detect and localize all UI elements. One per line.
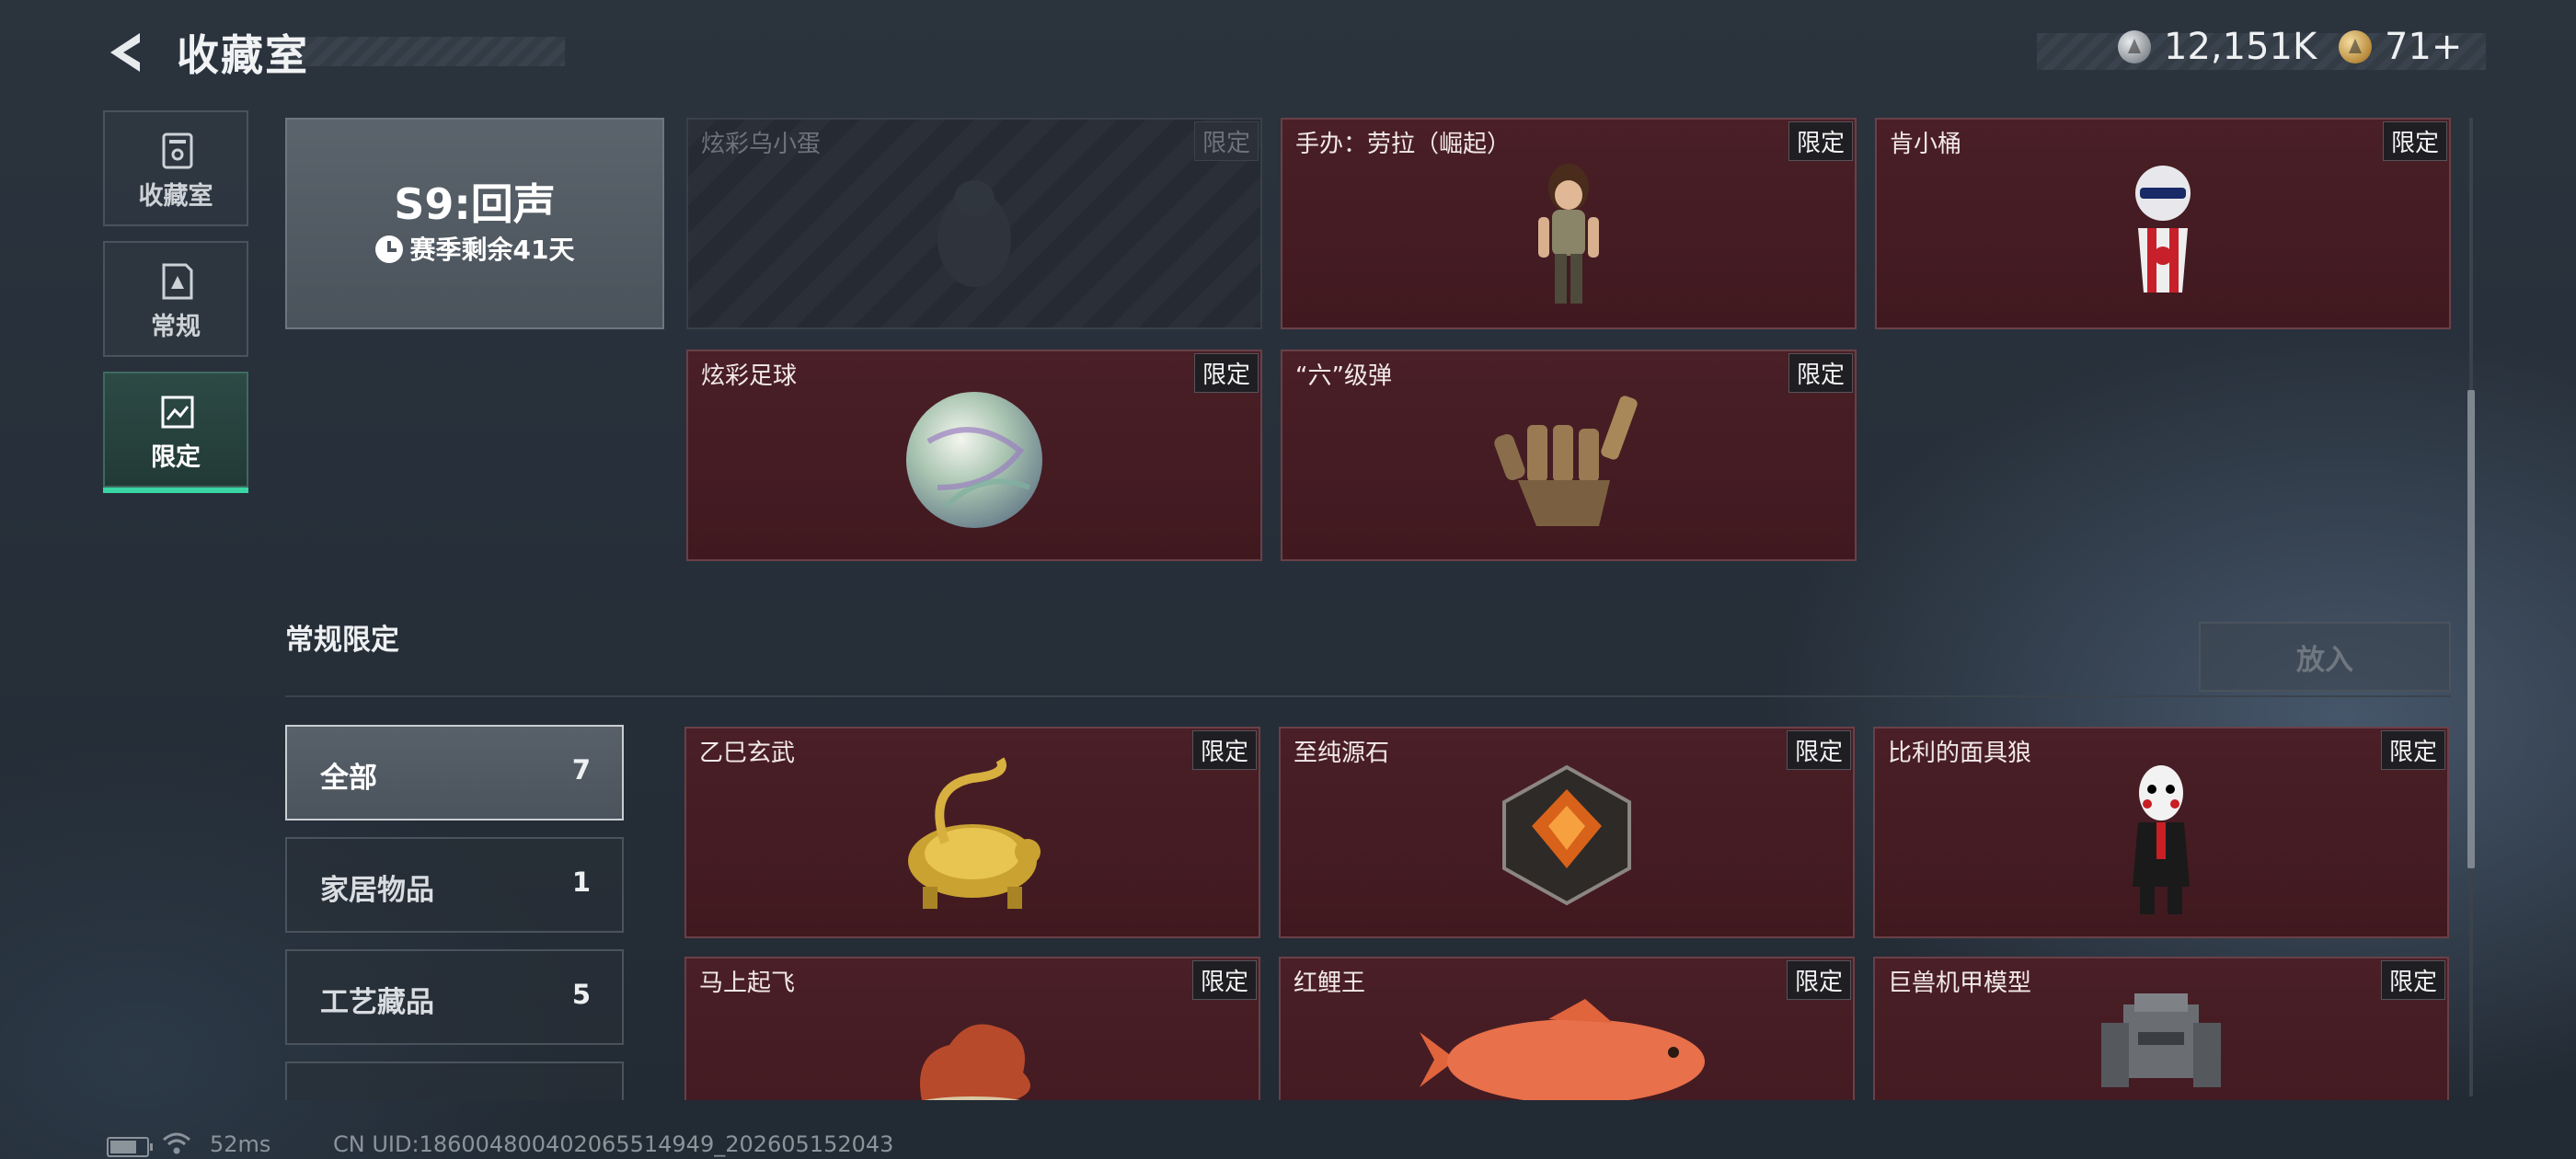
- horse-statue-icon: [920, 1024, 1030, 1100]
- filter-home-items[interactable]: 家居物品 1: [285, 837, 624, 933]
- item-name: 红鲤王: [1294, 970, 1366, 997]
- limited-badge: 限定: [2382, 121, 2447, 161]
- section-divider: [285, 695, 2451, 697]
- season-remaining: 赛季剩余41天: [287, 230, 662, 267]
- filter-all[interactable]: 全部 7: [285, 725, 624, 820]
- limited-badge: 限定: [1788, 353, 1853, 393]
- item-card[interactable]: 炫彩乌小蛋 限定: [686, 118, 1262, 329]
- limited-badge: 限定: [1786, 730, 1851, 770]
- filter-more[interactable]: [285, 1061, 624, 1100]
- bucket-figure-icon: [2135, 166, 2191, 293]
- wifi-icon: [163, 1132, 190, 1154]
- season-card: S9:回声 赛季剩余41天: [285, 118, 664, 329]
- item-card[interactable]: 乙巳玄武 限定: [684, 727, 1260, 938]
- item-name: 至纯源石: [1294, 740, 1390, 767]
- section-title: 常规限定: [285, 624, 399, 657]
- red-carp-icon: [1420, 999, 1705, 1100]
- scrollbar-thumb[interactable]: [2467, 390, 2475, 868]
- filter-count: 1: [571, 866, 591, 898]
- bullet-hand-icon: [1494, 396, 1638, 526]
- item-card[interactable]: 炫彩足球 限定: [686, 350, 1262, 561]
- filter-count: 5: [571, 979, 591, 1010]
- item-card[interactable]: 马上起飞 限定: [684, 957, 1260, 1100]
- uid-text: CN UID:18600480040206551494​9_2026051520…: [333, 1131, 894, 1157]
- item-card[interactable]: 红鲤王 限定: [1279, 957, 1855, 1100]
- limited-badge: 限定: [1786, 960, 1851, 1000]
- item-card[interactable]: 巨兽机甲模型 限定: [1873, 957, 2449, 1100]
- limited-badge: 限定: [1193, 353, 1259, 393]
- limited-badge: 限定: [1788, 121, 1853, 161]
- source-stone-icon: [1502, 764, 1631, 906]
- limited-badge: 限定: [2380, 730, 2445, 770]
- limited-badge: 限定: [1191, 730, 1257, 770]
- season-title: S9:回声: [394, 179, 556, 229]
- filter-label: 家居物品: [320, 874, 434, 907]
- item-name: 乙巳玄武: [699, 740, 796, 767]
- item-name: 巨兽机甲模型: [1888, 970, 2032, 997]
- item-card[interactable]: 至纯源石 限定: [1279, 727, 1855, 938]
- item-card[interactable]: “六”级弹 限定: [1281, 350, 1857, 561]
- item-card[interactable]: 手办：劳拉（崛起） 限定: [1281, 118, 1857, 329]
- put-in-button[interactable]: 放入: [2199, 622, 2451, 692]
- ping-text: 52ms: [210, 1131, 271, 1157]
- clock-icon: [374, 235, 403, 263]
- filter-count: 7: [571, 754, 591, 786]
- mech-model-icon: [2101, 993, 2221, 1087]
- item-name: 比利的面具狼: [1888, 740, 2032, 767]
- bird-egg-icon: [937, 180, 1011, 287]
- limited-badge: 限定: [1191, 960, 1257, 1000]
- filter-label: 工艺藏品: [320, 986, 434, 1019]
- limited-badge: 限定: [1193, 121, 1259, 161]
- figurine-icon: [1538, 164, 1599, 304]
- season-remaining-text: 赛季剩余41天: [409, 235, 575, 265]
- billy-puppet-icon: [2133, 765, 2190, 914]
- item-name: 手办：劳拉（崛起）: [1295, 131, 1512, 158]
- item-card[interactable]: 肯小桶 限定: [1875, 118, 2451, 329]
- item-card[interactable]: 比利的面具狼 限定: [1873, 727, 2449, 938]
- filter-label: 全部: [320, 762, 377, 795]
- item-name: 马上起飞: [699, 970, 796, 997]
- golden-tortoise-snake-icon: [908, 757, 1041, 909]
- collection-content: S9:回声 赛季剩余41天 炫彩乌小蛋 限定 手办：劳拉（崛起） 限定 肯小桶 …: [0, 0, 2576, 1100]
- item-name: 炫彩足球: [701, 362, 798, 390]
- item-name: 肯小桶: [1890, 131, 1962, 158]
- battery-icon: [107, 1137, 153, 1157]
- soccer-ball-icon: [906, 392, 1042, 528]
- limited-badge: 限定: [2380, 960, 2445, 1000]
- item-name: “六”级弹: [1295, 362, 1392, 390]
- item-name: 炫彩乌小蛋: [701, 131, 822, 158]
- filter-crafts[interactable]: 工艺藏品 5: [285, 949, 624, 1045]
